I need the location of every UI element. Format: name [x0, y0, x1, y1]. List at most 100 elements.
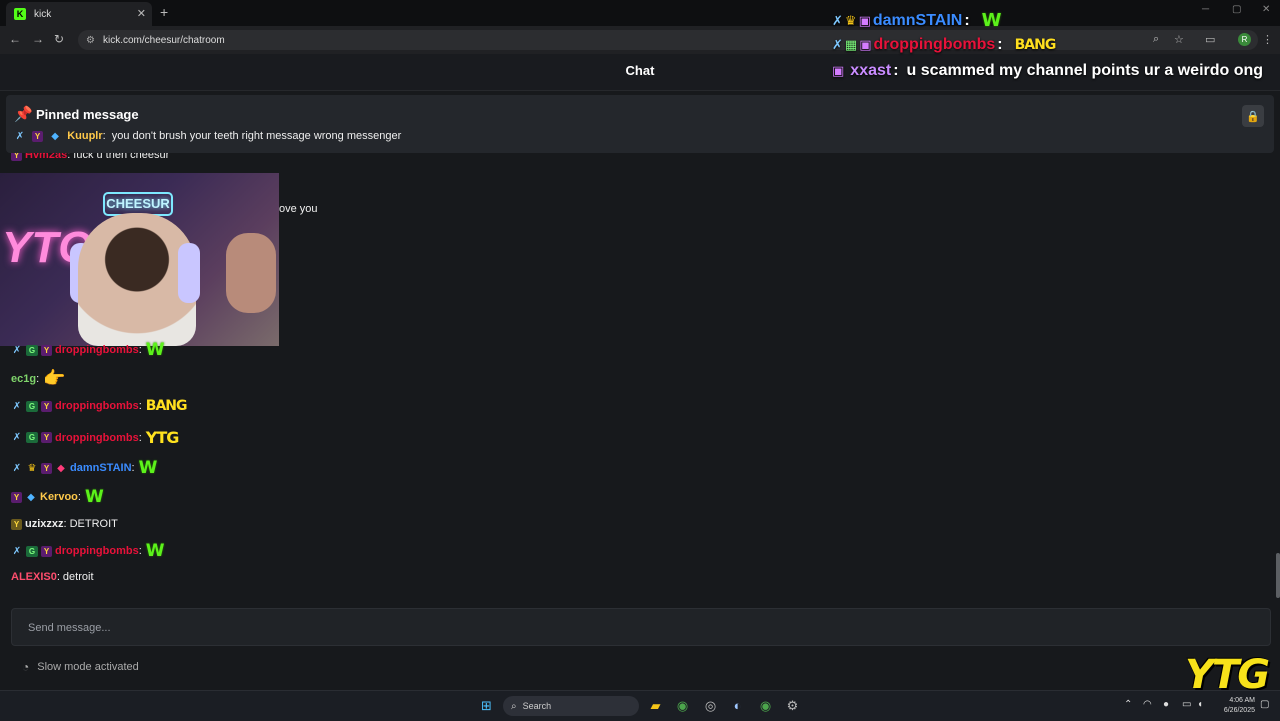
file-explorer-icon[interactable]: ▰ [647, 697, 664, 714]
headphone-right [178, 243, 200, 303]
window-close-icon[interactable]: ✕ [1262, 4, 1270, 15]
snail-icon: ◔ [22, 660, 30, 674]
message-username[interactable]: uzixzxz [25, 518, 64, 530]
ytg-badge-icon: ▣ [858, 12, 871, 28]
notification-icon[interactable]: ▢ [1260, 699, 1269, 710]
star-icon[interactable]: ☆ [1174, 33, 1184, 46]
chrome-profile-icon[interactable]: ◉ [757, 697, 774, 714]
slow-mode-text: Slow mode activated [37, 661, 139, 673]
w-emote: W [138, 458, 158, 478]
app-icon[interactable]: ◎ [702, 697, 719, 714]
message-username[interactable]: ALEXIS0 [11, 571, 57, 583]
settings-icon[interactable]: ⚙ [784, 697, 801, 714]
browser-tab-bar: K kick ✕ + ─ ▢ ✕ [0, 0, 1280, 26]
ytg-badge-icon: Y [41, 400, 52, 412]
message-username[interactable]: droppingbombs [55, 432, 139, 444]
gift-icon: ◆ [57, 462, 65, 474]
browser-tab[interactable]: K kick ✕ [6, 2, 152, 26]
ytg-badge-icon: Y [11, 491, 22, 503]
plush-toy [226, 233, 276, 313]
ytg-badge-icon: ▣ [832, 63, 845, 78]
reload-icon[interactable]: ↻ [54, 32, 64, 46]
steam-icon[interactable]: ◐ [729, 697, 746, 714]
tab-title: kick [34, 8, 52, 20]
crown-icon: ♛ [844, 12, 857, 28]
lock-icon[interactable]: 🔒 [1242, 105, 1264, 127]
url-field[interactable]: ⚙ kick.com/cheesur/chatroom [78, 30, 1258, 50]
message-username[interactable]: Kervoo [40, 491, 78, 503]
taskbar-search[interactable]: ⌕ Search [503, 696, 639, 716]
og-badge-icon: G [26, 432, 38, 443]
overlay-username: xxast [850, 62, 892, 79]
slow-mode-indicator: ◔ Slow mode activated [22, 660, 139, 674]
taskbar-clock[interactable]: 4:06 AM 6/26/2025 [1215, 696, 1255, 716]
pin-icon: 📌 [14, 106, 33, 123]
sword-icon: ✗ [12, 432, 22, 443]
crown-icon: ♛ [27, 462, 37, 474]
menu-icon[interactable]: ⋮ [1262, 33, 1273, 46]
message-composer [11, 608, 1271, 646]
message-username[interactable]: droppingbombs [55, 545, 139, 557]
ytg-badge-icon: Y [32, 131, 44, 142]
minimize-icon[interactable]: ─ [1202, 4, 1209, 15]
overlay-colon: : [964, 11, 970, 29]
overlay-colon: : [997, 36, 1003, 53]
volume-icon[interactable]: ◖ [1197, 699, 1203, 710]
profile-avatar[interactable]: R [1238, 33, 1251, 46]
overlay-message: ✗ ▦ ▣ droppingbombs : BANG [832, 36, 1057, 54]
message-text: DETROIT [69, 518, 118, 530]
og-badge-icon: G [26, 400, 38, 412]
search-icon: ⌕ [511, 700, 517, 712]
zoom-icon[interactable]: ⌕ [1153, 33, 1159, 46]
kick-favicon-icon: K [14, 8, 26, 20]
og-badge-icon: G [26, 344, 38, 356]
mic-icon[interactable]: ● [1163, 699, 1169, 710]
w-emote: W [981, 10, 1002, 31]
ytg-badge-icon: Y [41, 344, 52, 356]
chrome-icon[interactable]: ◉ [674, 697, 691, 714]
chat-message: ALEXIS0: detroit [11, 571, 94, 583]
chat-message: Y uzixzxz: DETROIT [11, 518, 118, 530]
sword-icon: ✗ [832, 37, 843, 52]
sword-icon: ✗ [12, 344, 22, 356]
overlay-username: droppingbombs [873, 36, 996, 53]
maximize-icon[interactable]: ▢ [1232, 4, 1241, 15]
network-icon[interactable]: ◠ [1143, 699, 1152, 710]
pointing-hand-emote: 👉 [43, 368, 65, 389]
ytg-badge-icon: ▣ [859, 37, 872, 52]
og-badge-icon: G [26, 545, 38, 557]
overlay-username: damnSTAIN [872, 11, 963, 29]
windows-icon[interactable]: ⊞ [478, 697, 495, 714]
chat-message: ✗ G Y droppingbombs: BANG [12, 398, 188, 414]
og-badge-icon: ▦ [844, 37, 858, 52]
pinned-text: you don't brush your teeth right message… [111, 130, 402, 142]
back-icon[interactable]: ← [9, 32, 21, 46]
tray-chevron-icon[interactable]: ⌃ [1124, 699, 1132, 710]
message-username[interactable]: droppingbombs [55, 344, 139, 356]
pinned-username[interactable]: Kuuplr [67, 130, 102, 142]
chat-message: ✗ ♛ Y ◆ damnSTAIN: W [12, 458, 158, 478]
tab-close-icon[interactable]: ✕ [137, 7, 146, 20]
overlay-text: u scammed my channel points ur a weirdo … [906, 62, 1264, 79]
display-icon[interactable]: ▭ [1182, 699, 1191, 710]
forward-icon[interactable]: → [32, 32, 44, 46]
pinned-message: 📌 Pinned message ✗ Y ◆ Kuuplr: you don't… [6, 95, 1274, 153]
new-tab-button[interactable]: + [160, 4, 168, 20]
sidepanel-icon[interactable]: ▭ [1205, 33, 1215, 46]
message-text: ove you [279, 203, 318, 215]
windows-taskbar: ⊞ ⌕ Search ▰ ◉ ◎ ◐ ◉ ⚙ ⌃ ◠ ● ▭ ◖ 4:06 AM… [0, 690, 1280, 721]
chat-scrollbar[interactable] [1276, 553, 1280, 598]
site-info-icon[interactable]: ⚙ [86, 35, 95, 46]
w-emote: W [145, 340, 165, 360]
message-text: detroit [62, 571, 94, 583]
message-username[interactable]: ec1g [11, 373, 36, 385]
message-username[interactable]: droppingbombs [55, 400, 139, 412]
cube-icon: ◆ [51, 131, 59, 142]
bang-emote: BANG [1014, 37, 1057, 53]
chat-message-partial: ove you [279, 203, 318, 215]
sword-icon: ✗ [12, 400, 22, 412]
chat-message: ec1g: 👉 [11, 368, 66, 389]
send-message-input[interactable] [26, 618, 1230, 638]
chat-message: ✗ G Y droppingbombs: W [12, 340, 165, 360]
message-username[interactable]: damnSTAIN [70, 462, 132, 474]
